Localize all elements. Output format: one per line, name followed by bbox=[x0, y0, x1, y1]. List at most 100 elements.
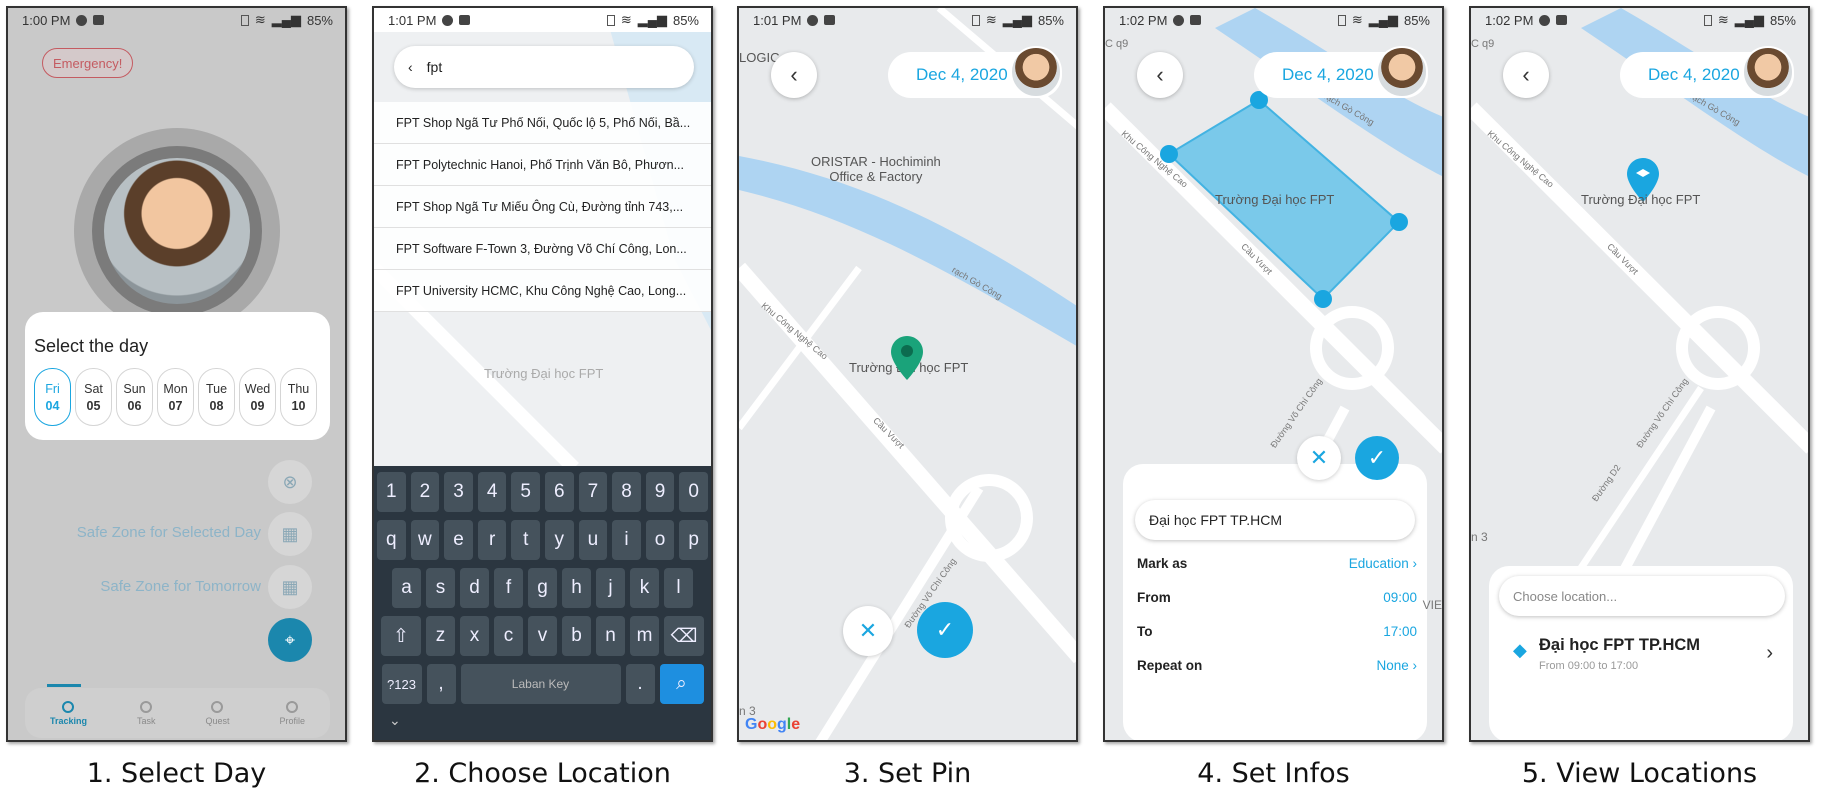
period-key[interactable]: . bbox=[625, 664, 655, 704]
key[interactable]: 9 bbox=[645, 472, 675, 512]
key[interactable]: v bbox=[528, 616, 557, 656]
back-button[interactable]: ‹ bbox=[1503, 52, 1549, 98]
key[interactable]: a bbox=[392, 568, 421, 608]
search-key[interactable]: ⌕ bbox=[659, 664, 704, 704]
key[interactable]: y bbox=[545, 520, 574, 560]
nav-tracking[interactable]: Tracking bbox=[50, 700, 87, 726]
key[interactable]: r bbox=[477, 520, 507, 560]
confirm-button[interactable]: ✓ bbox=[917, 602, 973, 658]
key[interactable]: w bbox=[410, 520, 440, 560]
polygon-handle[interactable] bbox=[1314, 290, 1332, 308]
key[interactable]: t bbox=[511, 520, 540, 560]
key[interactable]: g bbox=[528, 568, 557, 608]
location-title: Đại học FPT TP.HCM bbox=[1539, 636, 1701, 654]
key[interactable]: o bbox=[645, 520, 675, 560]
key[interactable]: d bbox=[460, 568, 489, 608]
key[interactable]: f bbox=[494, 568, 523, 608]
key[interactable]: c bbox=[494, 616, 523, 656]
search-result-item[interactable]: FPT Shop Ngã Tư Miếu Ông Cù, Đường tỉnh … bbox=[374, 186, 711, 228]
status-battery: 85% bbox=[1403, 12, 1430, 28]
day-chip-wed[interactable]: Wed 09 bbox=[239, 368, 276, 426]
quest-icon bbox=[211, 700, 224, 713]
day-chip-tue[interactable]: Tue 08 bbox=[198, 368, 235, 426]
location-fab[interactable]: ⌖ bbox=[268, 618, 312, 662]
day-chip-thu[interactable]: Thu 10 bbox=[280, 368, 317, 426]
backspace-key[interactable]: ⌫ bbox=[664, 616, 704, 656]
search-result-item[interactable]: FPT Shop Ngã Tư Phố Nối, Quốc lộ 5, Phố … bbox=[374, 102, 711, 144]
wifi-icon: ≋ bbox=[254, 12, 266, 27]
cancel-button[interactable]: ✕ bbox=[843, 606, 893, 656]
from-row[interactable]: From 09:00 bbox=[1137, 590, 1417, 605]
cancel-button[interactable]: ✕ bbox=[1297, 436, 1341, 480]
key[interactable]: z bbox=[426, 616, 455, 656]
to-row[interactable]: To 17:00 bbox=[1137, 624, 1417, 639]
key[interactable]: j bbox=[596, 568, 625, 608]
image-icon bbox=[459, 15, 471, 25]
profile-icon bbox=[286, 700, 299, 713]
key[interactable]: q bbox=[377, 520, 406, 560]
key[interactable]: 5 bbox=[511, 472, 540, 512]
key[interactable]: 3 bbox=[444, 472, 473, 512]
day-num: 08 bbox=[209, 398, 224, 413]
space-key[interactable]: Laban Key bbox=[460, 664, 621, 704]
search-bar[interactable]: ‹ fpt bbox=[394, 46, 694, 88]
day-chip-fri[interactable]: Fri 04 bbox=[34, 368, 71, 426]
confirm-button[interactable]: ✓ bbox=[1355, 436, 1399, 480]
key[interactable]: i bbox=[612, 520, 641, 560]
key[interactable]: 4 bbox=[477, 472, 507, 512]
symbols-key[interactable]: ?123 bbox=[381, 664, 422, 704]
back-chevron-icon[interactable]: ‹ bbox=[408, 59, 413, 75]
keyboard-collapse-icon[interactable]: ⌄ bbox=[377, 712, 708, 729]
key[interactable]: e bbox=[444, 520, 473, 560]
day-chip-sun[interactable]: Sun 06 bbox=[116, 368, 153, 426]
nav-quest[interactable]: Quest bbox=[205, 700, 230, 726]
key[interactable]: k bbox=[630, 568, 659, 608]
comma-key[interactable]: , bbox=[426, 664, 456, 704]
key[interactable]: b bbox=[562, 616, 591, 656]
status-time: 1:02 PM bbox=[1119, 12, 1168, 28]
key[interactable]: 1 bbox=[377, 472, 406, 512]
google-logo: Google bbox=[745, 716, 801, 733]
back-button[interactable]: ‹ bbox=[1137, 52, 1183, 98]
search-result-item[interactable]: FPT University HCMC, Khu Công Nghệ Cao, … bbox=[374, 270, 711, 312]
key[interactable]: x bbox=[460, 616, 489, 656]
kb-number-row: 1 2 3 4 5 6 7 8 9 0 bbox=[377, 472, 708, 512]
day-chip-mon[interactable]: Mon 07 bbox=[157, 368, 194, 426]
shift-key[interactable]: ⇧ bbox=[381, 616, 421, 656]
key[interactable]: m bbox=[630, 616, 659, 656]
search-input[interactable]: fpt bbox=[427, 59, 443, 75]
education-icon: ◆ bbox=[1513, 640, 1527, 660]
search-result-item[interactable]: FPT Polytechnic Hanoi, Phố Trịnh Văn Bô,… bbox=[374, 144, 711, 186]
zone-name-input[interactable]: Đại học FPT TP.HCM bbox=[1135, 500, 1415, 540]
key[interactable]: p bbox=[679, 520, 708, 560]
key[interactable]: 8 bbox=[612, 472, 641, 512]
mark-as-row[interactable]: Mark as Education › bbox=[1137, 556, 1417, 571]
wifi-icon: ≋ bbox=[1717, 12, 1729, 27]
key[interactable]: 7 bbox=[578, 472, 608, 512]
emergency-button[interactable]: Emergency! bbox=[42, 48, 134, 78]
repeat-row[interactable]: Repeat on None › bbox=[1137, 658, 1417, 673]
polygon-handle[interactable] bbox=[1390, 213, 1408, 231]
close-fab[interactable]: ⊗ bbox=[268, 460, 312, 504]
choose-location-input[interactable]: Choose location... bbox=[1499, 576, 1785, 616]
nav-task[interactable]: Task bbox=[137, 700, 156, 726]
search-result-item[interactable]: FPT Software F-Town 3, Đường Võ Chí Công… bbox=[374, 228, 711, 270]
key[interactable]: 0 bbox=[679, 472, 708, 512]
key[interactable]: h bbox=[562, 568, 591, 608]
nav-profile[interactable]: Profile bbox=[279, 700, 305, 726]
select-day-title: Select the day bbox=[34, 336, 149, 356]
key[interactable]: s bbox=[426, 568, 455, 608]
key[interactable]: n bbox=[596, 616, 625, 656]
location-list-item[interactable]: ◆ Đại học FPT TP.HCM From 09:00 to 17:00… bbox=[1501, 632, 1781, 682]
key[interactable]: l bbox=[664, 568, 693, 608]
key[interactable]: 6 bbox=[545, 472, 574, 512]
key[interactable]: u bbox=[578, 520, 608, 560]
key[interactable]: 2 bbox=[410, 472, 440, 512]
back-button[interactable]: ‹ bbox=[771, 52, 817, 98]
calendar-selected-fab[interactable]: ▦ bbox=[268, 512, 312, 556]
caption-1: 1. Select Day bbox=[86, 758, 267, 789]
wifi-icon: ≋ bbox=[1351, 12, 1363, 27]
calendar-tomorrow-fab[interactable]: ▦ bbox=[268, 565, 312, 609]
map-pin-icon[interactable] bbox=[891, 336, 923, 380]
day-chip-sat[interactable]: Sat 05 bbox=[75, 368, 112, 426]
